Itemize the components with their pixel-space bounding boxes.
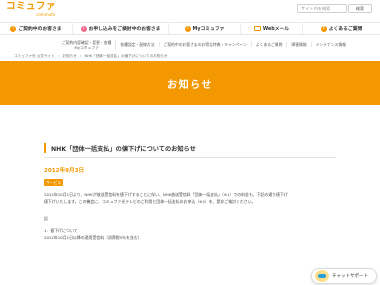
article-date: 2012年9月3日 — [44, 168, 85, 174]
article-body: 2012年10月1日より、NHKが放送受信料を値下げすることに伴い、NHK放送受… — [44, 186, 336, 241]
sub-nav: ご契約内容確認・変更・各種 Myコミュファ 各種設定・配線方法 ご契約中のお客さ… — [0, 37, 380, 52]
nav-webmail[interactable]: Webメール — [241, 23, 303, 34]
breadcrumb: コミュファ光 公式サイト › お知らせ › NHK「団体一括支払」の値下げについ… — [14, 54, 170, 59]
breadcrumb-news[interactable]: お知らせ — [62, 54, 76, 58]
breadcrumb-separator: › — [57, 54, 60, 58]
chat-support-button[interactable]: チャットサポート — [311, 268, 377, 284]
house-icon: › — [80, 25, 87, 32]
main-nav: › ご契約中のお客さま › お申し込みをご検討中のお客さま › Myコミュファ … — [0, 22, 380, 35]
chat-icon — [315, 270, 329, 282]
search-button[interactable]: 検索 — [348, 4, 372, 13]
article-paragraph: 値下げいたします。この機会に、コミュファ光テレビのご利用と団体一括支払のお申込（… — [44, 199, 256, 204]
chat-support-label: チャットサポート — [332, 274, 368, 279]
nav-current-customers[interactable]: › ご契約中のお客さま — [0, 23, 73, 34]
search-input[interactable]: サイト内を検索 — [297, 4, 347, 13]
breadcrumb-home[interactable]: コミュファ光 公式サイト — [14, 54, 55, 58]
site-header: コミュファ commufa サイト内を検索 検索 — [0, 0, 380, 19]
article-title: NHK「団体一括支払」の値下げについてのお知らせ — [51, 145, 196, 153]
breadcrumb-current: NHK「団体一括支払」の値下げについてのお知らせ — [84, 54, 168, 58]
title-divider — [44, 157, 336, 158]
nav-faq[interactable]: ? よくあるご質問 — [303, 23, 380, 34]
question-icon: ? — [320, 25, 327, 32]
subnav-contract-label-2: Myコミュファ — [74, 44, 99, 50]
article-paragraph: 2012年10月1日より、NHKが放送受信料を値下げすることに伴い、NHK放送受… — [44, 192, 288, 197]
page-banner: お知らせ — [0, 61, 380, 105]
article-title-row: NHK「団体一括支払」の値下げについてのお知らせ — [44, 143, 196, 153]
person-icon: › — [184, 25, 191, 32]
list-detail: 2012年10月1日以降の適用受信料（消費税5％を含む） — [44, 235, 142, 240]
breadcrumb-separator: › — [79, 54, 82, 58]
list-item: 1．値下げについて — [44, 228, 78, 233]
subnav-campaigns[interactable]: ご契約中のお客さまのお得な特典・キャンペーン — [160, 42, 252, 47]
commufa-logo[interactable]: コミュファ commufa — [6, 2, 56, 18]
category-badge: サービス — [44, 179, 64, 186]
page-title: お知らせ — [167, 79, 213, 91]
subnav-outage[interactable]: 障害情報 — [287, 42, 312, 47]
subnav-settings[interactable]: 各種設定・配線方法 — [116, 42, 160, 47]
person-icon: › — [10, 25, 17, 32]
nav-prospective-customers[interactable]: › お申し込みをご検討中のお客さま — [73, 23, 169, 34]
section-heading: 記 — [44, 216, 48, 221]
subnav-maintenance[interactable]: メンテナンス情報 — [312, 42, 350, 47]
subnav-faq[interactable]: よくあるご質問 — [252, 42, 288, 47]
subnav-contract[interactable]: ご契約内容確認・変更・各種 Myコミュファ — [0, 39, 117, 50]
title-accent-bar — [44, 143, 46, 153]
subnav-contract-label: ご契約内容確認・変更・各種 — [62, 39, 112, 45]
mail-icon — [253, 26, 261, 31]
nav-my-commufa[interactable]: › Myコミュファ — [169, 23, 241, 34]
